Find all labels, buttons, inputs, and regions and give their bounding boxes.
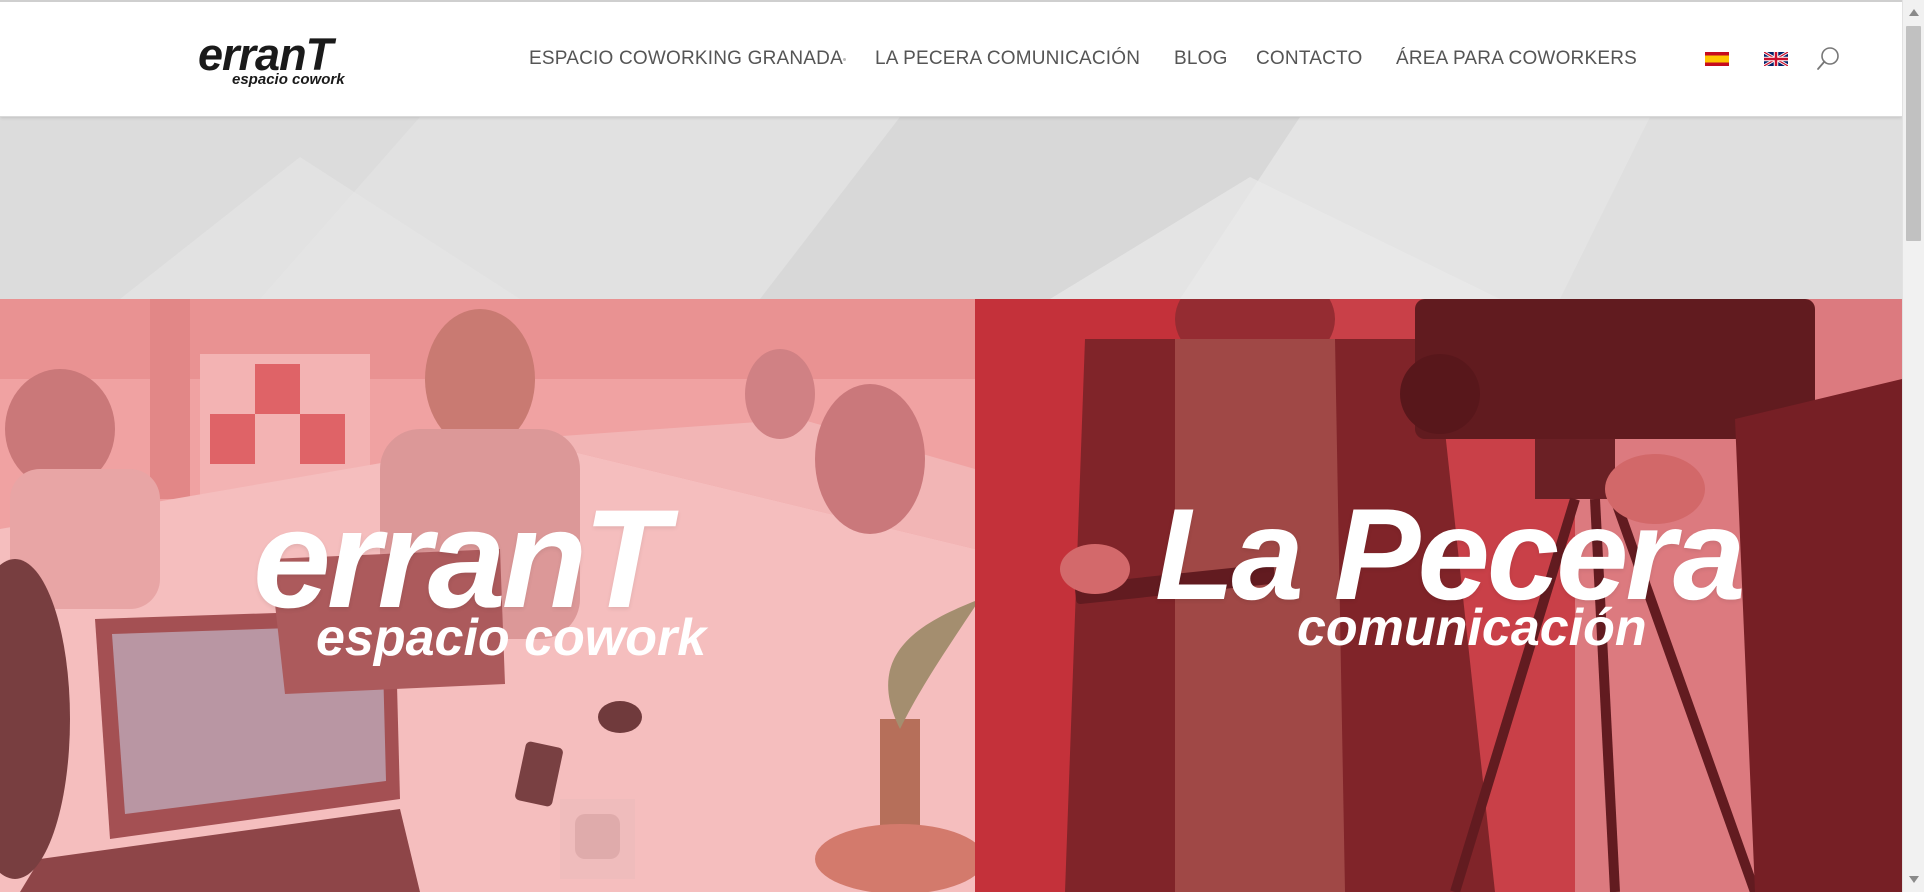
viewport: erranT espacio cowork ESPACIO COWORKING … <box>0 0 1902 892</box>
site-logo[interactable]: erranT espacio cowork <box>198 32 348 92</box>
panel-la-pecera-comunicacion[interactable]: La Pecera comunicación <box>975 299 1902 892</box>
nav-item-espacio-coworking[interactable]: ESPACIO COWORKING GRANADA <box>529 47 843 71</box>
scrollbar-thumb[interactable] <box>1906 26 1921 241</box>
scroll-down-arrow-icon[interactable] <box>1903 868 1924 890</box>
search-icon-graphic <box>1817 47 1839 70</box>
vertical-scrollbar[interactable] <box>1902 0 1924 892</box>
scroll-down-arrow-graphic <box>1909 876 1919 883</box>
site-header: erranT espacio cowork ESPACIO COWORKING … <box>0 0 1902 117</box>
spain-flag-icon[interactable] <box>1705 52 1729 66</box>
hero-pattern <box>0 117 1902 299</box>
page: erranT espacio cowork ESPACIO COWORKING … <box>0 0 1924 892</box>
nav-separator-dot <box>843 58 846 61</box>
panel-errant-coworking[interactable]: erranT espacio cowork <box>0 299 975 892</box>
search-icon[interactable] <box>1815 46 1841 72</box>
nav-item-area-coworkers[interactable]: ÁREA PARA COWORKERS <box>1396 47 1637 71</box>
errant-panel-subtitle: espacio cowork <box>316 609 707 667</box>
nav-item-la-pecera[interactable]: LA PECERA COMUNICACIÓN <box>875 47 1140 71</box>
la-pecera-panel-subtitle: comunicación <box>1297 599 1647 657</box>
hero-banner <box>0 117 1902 299</box>
nav-item-contacto[interactable]: CONTACTO <box>1256 47 1362 71</box>
errant-panel-title: erranT <box>253 480 669 637</box>
uk-flag-icon[interactable] <box>1764 52 1788 66</box>
uk-flag-graphic <box>1764 52 1788 66</box>
scroll-up-arrow-icon[interactable] <box>1903 2 1924 24</box>
nav-item-blog[interactable]: BLOG <box>1174 47 1228 71</box>
scroll-up-arrow-graphic <box>1909 9 1919 16</box>
logo-sub-text: espacio cowork <box>232 71 345 88</box>
